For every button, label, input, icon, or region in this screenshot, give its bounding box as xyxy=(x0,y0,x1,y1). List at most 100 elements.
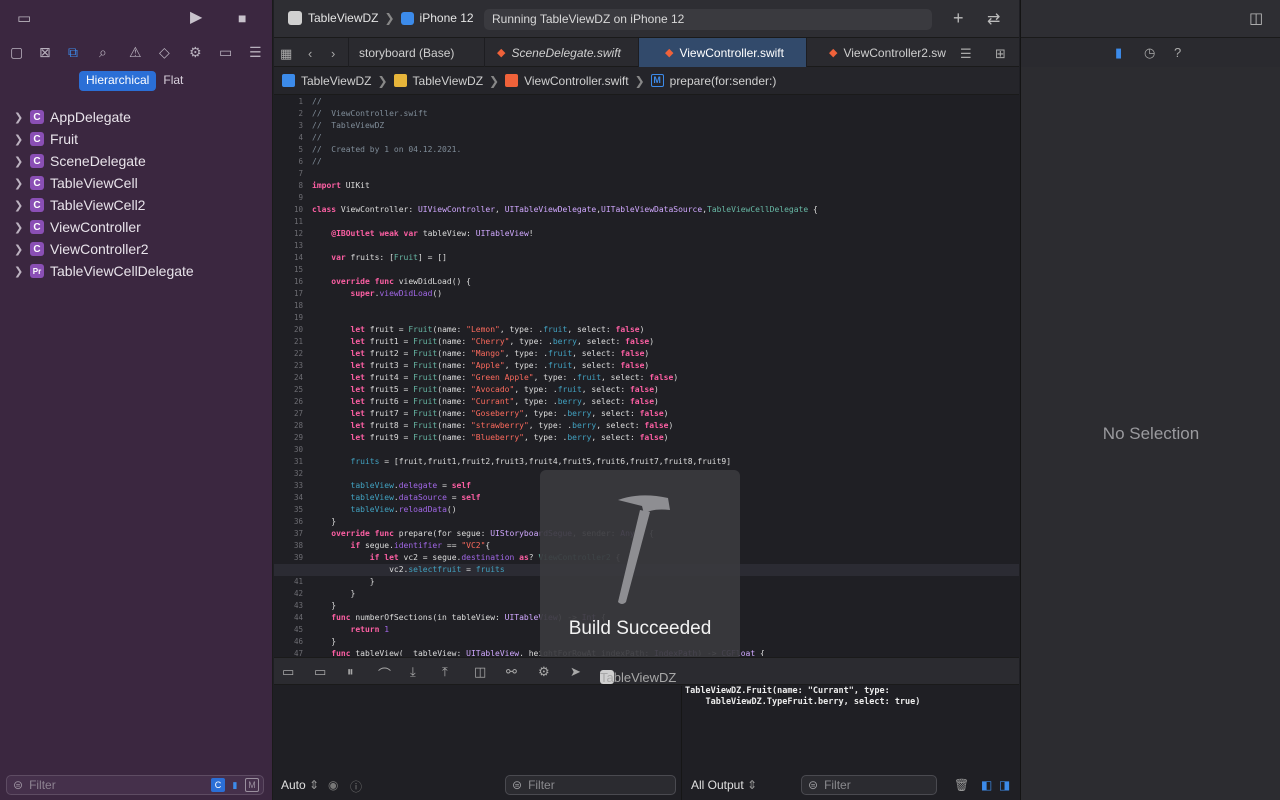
line-number[interactable]: 30 xyxy=(274,444,306,456)
chevron-right-icon[interactable]: ❯ xyxy=(14,243,28,256)
line-number[interactable]: 11 xyxy=(274,216,306,228)
symbol-navigator-icon[interactable]: ⧉ xyxy=(68,44,78,61)
line-number[interactable]: 27 xyxy=(274,408,306,420)
mode-flat[interactable]: Flat xyxy=(156,71,190,91)
jump-group[interactable]: TableViewDZ xyxy=(413,74,483,88)
line-number[interactable]: 26 xyxy=(274,396,306,408)
line-number[interactable]: 29 xyxy=(274,432,306,444)
file-filter-icon[interactable]: ▮ xyxy=(228,778,242,792)
test-icon[interactable]: ◇ xyxy=(159,44,170,61)
inspector-toggle-icon[interactable]: ◫ xyxy=(1249,11,1263,27)
breakpoint-icon[interactable]: ▭ xyxy=(219,44,232,61)
line-number[interactable]: 3 xyxy=(274,120,306,132)
hide-debug-area-icon[interactable]: ▭ xyxy=(282,664,294,680)
line-number[interactable]: 32 xyxy=(274,468,306,480)
split-editor-icon[interactable]: ⊞ xyxy=(995,46,1006,62)
line-number[interactable]: 9 xyxy=(274,192,306,204)
chevron-right-icon[interactable]: ❯ xyxy=(14,133,28,146)
chevron-right-icon[interactable]: ❯ xyxy=(14,265,28,278)
line-number[interactable]: 41 xyxy=(274,576,306,588)
show-console-icon[interactable]: ◨ xyxy=(999,778,1010,792)
line-number[interactable]: 20 xyxy=(274,324,306,336)
line-number[interactable]: 5 xyxy=(274,144,306,156)
line-number[interactable]: 21 xyxy=(274,336,306,348)
line-number[interactable]: 34 xyxy=(274,492,306,504)
sidebar-toggle-icon[interactable]: ▭ xyxy=(17,11,31,27)
line-number[interactable]: 36 xyxy=(274,516,306,528)
line-number[interactable]: 43 xyxy=(274,600,306,612)
line-number[interactable]: 12 xyxy=(274,228,306,240)
tab-viewcontroller2[interactable]: ◆ ViewController2.sw xyxy=(806,38,956,67)
line-number[interactable]: 46 xyxy=(274,636,306,648)
environment-overrides-icon[interactable]: ⚙ xyxy=(538,664,550,680)
report-icon[interactable]: ☰ xyxy=(249,44,262,61)
stop-button[interactable]: ■ xyxy=(238,10,246,26)
step-into-icon[interactable]: ⤓ xyxy=(410,664,416,680)
line-number[interactable]: 39 xyxy=(274,552,306,564)
warning-icon[interactable]: ⚠ xyxy=(129,44,142,61)
line-number[interactable]: 2 xyxy=(274,108,306,120)
line-number[interactable]: 25 xyxy=(274,384,306,396)
tree-item[interactable]: ❯ Pr TableViewCellDelegate xyxy=(0,260,273,282)
console-filter-field[interactable]: ⊜ Filter xyxy=(801,775,937,795)
chevron-right-icon[interactable]: ❯ xyxy=(14,155,28,168)
grid-icon[interactable]: ▦ xyxy=(280,46,292,62)
breakpoints-toggle-icon[interactable]: ▭ xyxy=(314,664,326,680)
line-number[interactable]: 14 xyxy=(274,252,306,264)
line-number[interactable]: 45 xyxy=(274,624,306,636)
info-icon[interactable]: ⓘ xyxy=(350,778,362,795)
help-icon[interactable]: ? xyxy=(1174,45,1181,60)
line-number[interactable]: 19 xyxy=(274,312,306,324)
forward-icon[interactable]: › xyxy=(331,46,335,61)
file-inspector-icon[interactable]: ▮ xyxy=(1115,45,1122,61)
line-number[interactable]: 23 xyxy=(274,360,306,372)
history-icon[interactable]: ◷ xyxy=(1144,45,1155,61)
output-mode-select[interactable]: All Output ⇕ xyxy=(691,778,757,792)
view-debugger-icon[interactable]: ◫ xyxy=(474,664,486,680)
tree-item[interactable]: ❯ C AppDelegate xyxy=(0,106,273,128)
run-button[interactable]: ▶ xyxy=(190,10,202,26)
line-number[interactable]: 28 xyxy=(274,420,306,432)
tab-scenedelegate[interactable]: ◆ SceneDelegate.swift xyxy=(484,38,638,67)
line-number[interactable]: 37 xyxy=(274,528,306,540)
line-number[interactable]: 18 xyxy=(274,300,306,312)
line-number[interactable]: 24 xyxy=(274,372,306,384)
pause-icon[interactable]: ⏸ xyxy=(347,664,354,680)
line-number[interactable]: 38 xyxy=(274,540,306,552)
editor-options-icon[interactable]: ☰ xyxy=(960,46,972,62)
line-number[interactable]: 42 xyxy=(274,588,306,600)
tree-item[interactable]: ❯ C Fruit xyxy=(0,128,273,150)
line-number[interactable]: 16 xyxy=(274,276,306,288)
member-filter-icon[interactable]: M xyxy=(245,778,259,792)
folder-icon[interactable]: ▢ xyxy=(10,44,23,61)
class-filter-icon[interactable]: C xyxy=(211,778,225,792)
tree-item[interactable]: ❯ C TableViewCell2 xyxy=(0,194,273,216)
debug-icon[interactable]: ⚙ xyxy=(189,44,202,61)
line-number[interactable]: 17 xyxy=(274,288,306,300)
tab-storyboard[interactable]: storyboard (Base) xyxy=(348,38,484,67)
mode-hierarchical[interactable]: Hierarchical xyxy=(79,71,157,91)
jump-method[interactable]: prepare(for:sender:) xyxy=(670,74,777,88)
jump-file[interactable]: ViewController.swift xyxy=(524,74,628,88)
location-icon[interactable]: ➤ xyxy=(570,664,581,680)
line-number[interactable]: 33 xyxy=(274,480,306,492)
line-number[interactable]: 22 xyxy=(274,348,306,360)
jump-project[interactable]: TableViewDZ xyxy=(301,74,371,88)
variables-mode-select[interactable]: Auto ⇕ xyxy=(281,778,319,792)
swap-icon[interactable]: ⇄ xyxy=(987,9,1000,29)
tree-item[interactable]: ❯ C SceneDelegate xyxy=(0,150,273,172)
chevron-right-icon[interactable]: ❯ xyxy=(14,177,28,190)
step-over-icon[interactable]: ⌒ xyxy=(378,664,391,683)
memory-graph-icon[interactable]: ⚯ xyxy=(506,664,517,680)
line-number[interactable]: 47 xyxy=(274,648,306,656)
navigator-filter-field[interactable]: ⊜ Filter C ▮ M xyxy=(6,775,264,795)
variables-filter-field[interactable]: ⊜ Filter xyxy=(505,775,676,795)
eye-icon[interactable]: ◉ xyxy=(328,778,338,792)
line-number[interactable]: 31 xyxy=(274,456,306,468)
line-number[interactable]: 6 xyxy=(274,156,306,168)
step-out-icon[interactable]: ⤒ xyxy=(442,664,448,680)
tree-item[interactable]: ❯ C ViewController2 xyxy=(0,238,273,260)
line-number[interactable]: 10 xyxy=(274,204,306,216)
line-number[interactable]: 7 xyxy=(274,168,306,180)
chevron-right-icon[interactable]: ❯ xyxy=(14,221,28,234)
